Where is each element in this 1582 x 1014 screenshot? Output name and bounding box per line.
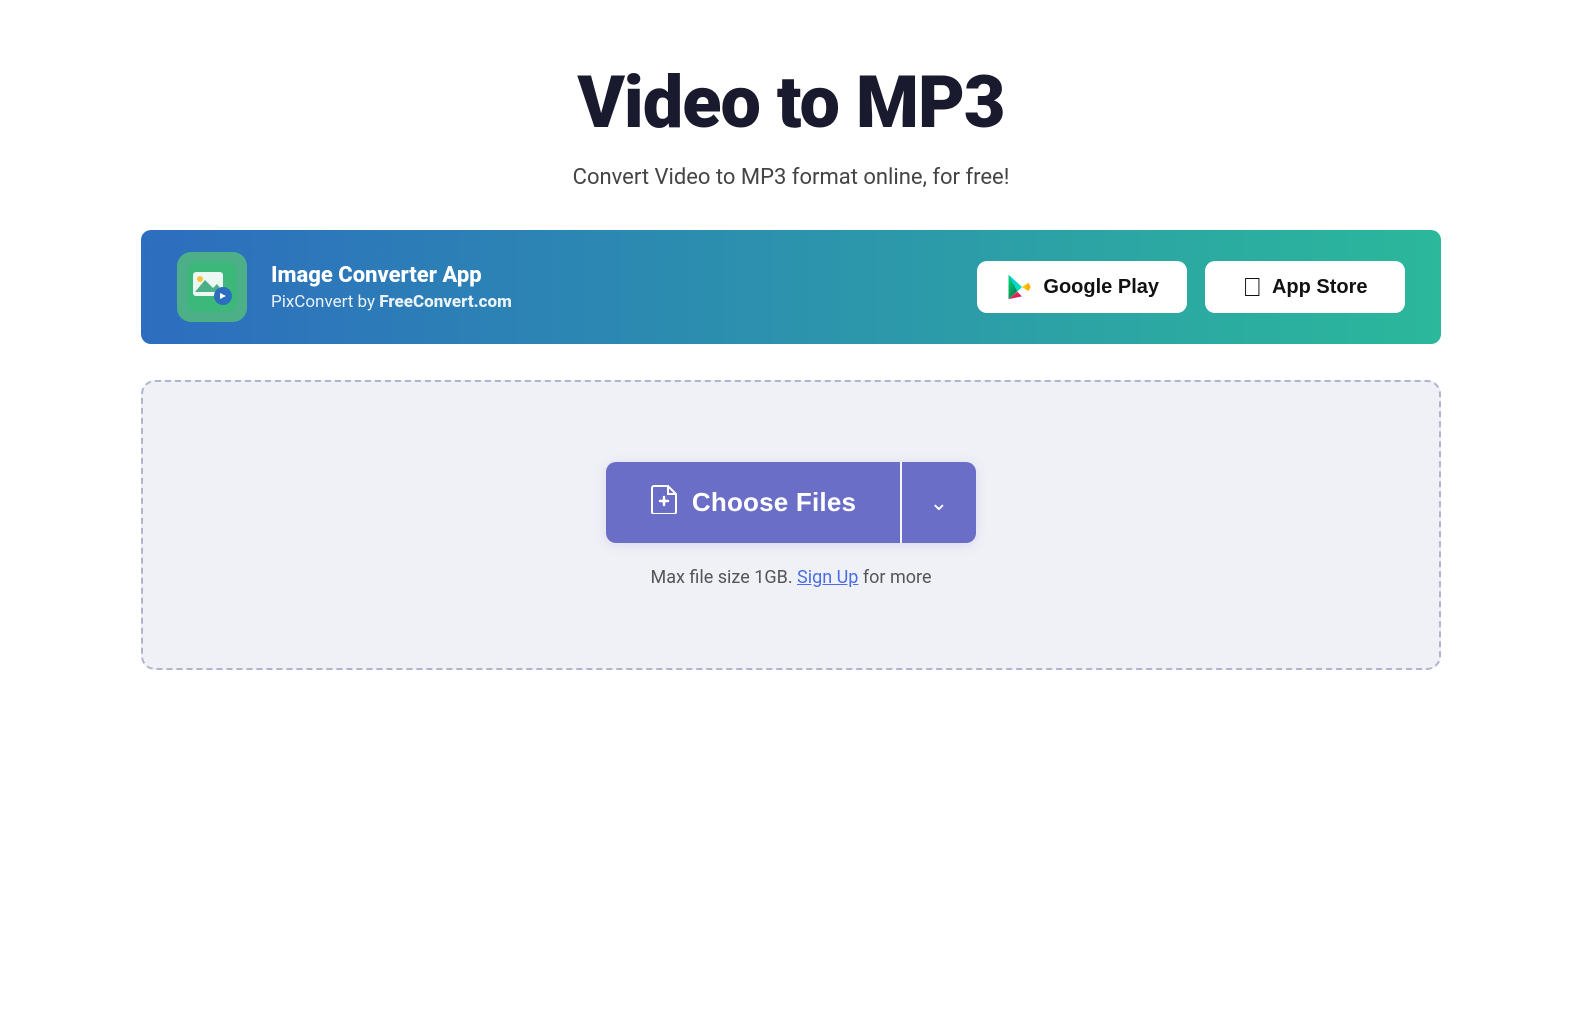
banner-app-sub: PixConvert by FreeConvert.com (271, 292, 977, 312)
choose-files-button[interactable]: Choose Files (606, 462, 900, 543)
google-play-icon (1005, 273, 1033, 301)
banner-app-sub-prefix: PixConvert by (271, 292, 379, 312)
file-add-icon (650, 484, 678, 521)
file-limit-prefix: Max file size 1GB. (651, 567, 793, 588)
banner-app-name: Image Converter App (271, 263, 977, 288)
file-plus-svg (650, 484, 678, 514)
dropdown-chevron-button[interactable]: ⌄ (902, 462, 976, 543)
choose-files-group: Choose Files ⌄ (606, 462, 976, 543)
signup-link[interactable]: Sign Up (797, 567, 858, 588)
app-store-label: App Store (1272, 276, 1368, 299)
app-store-button[interactable]:  App Store (1205, 261, 1405, 313)
banner-text: Image Converter App PixConvert by FreeCo… (271, 263, 977, 312)
file-limit-info: Max file size 1GB. Sign Up for more (651, 567, 932, 588)
google-play-label: Google Play (1043, 276, 1159, 299)
banner-app-brand: FreeConvert.com (379, 292, 512, 312)
choose-files-label: Choose Files (692, 487, 856, 518)
google-play-button[interactable]: Google Play (977, 261, 1187, 313)
chevron-down-icon: ⌄ (930, 490, 948, 516)
page-title: Video to MP3 (577, 60, 1004, 145)
app-icon (177, 252, 247, 322)
file-limit-suffix: for more (863, 567, 932, 588)
promo-banner: Image Converter App PixConvert by FreeCo… (141, 230, 1441, 344)
page-subtitle: Convert Video to MP3 format online, for … (573, 165, 1010, 190)
drop-zone[interactable]: Choose Files ⌄ Max file size 1GB. Sign U… (141, 380, 1441, 670)
apple-icon:  (1242, 274, 1262, 300)
store-buttons: Google Play  App Store (977, 261, 1405, 313)
